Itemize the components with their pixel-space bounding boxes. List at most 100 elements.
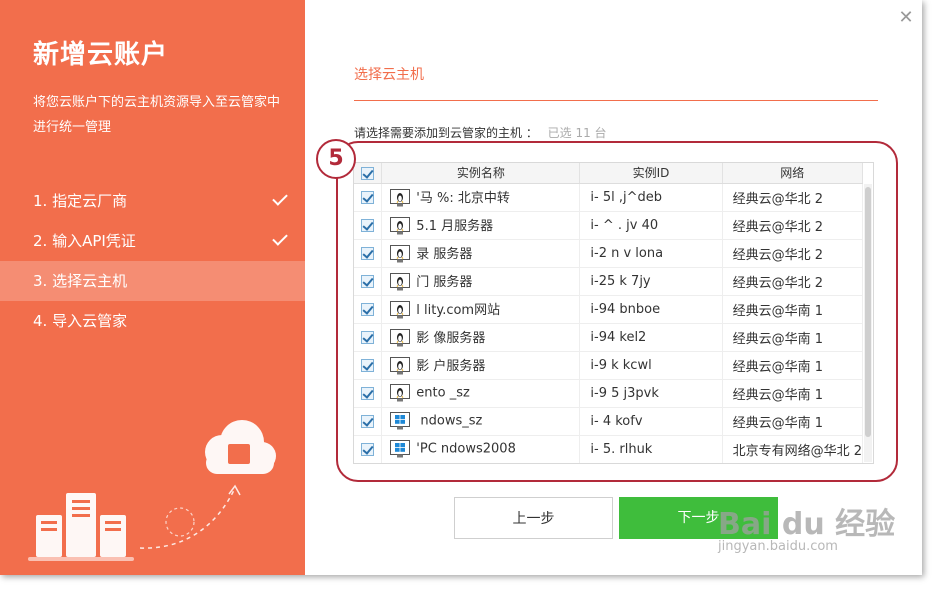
windows-server-icon [390, 412, 411, 430]
network: 经典云@华北 2 [722, 211, 864, 240]
instance-name: 录 服务器 [416, 246, 473, 262]
table-row[interactable]: l lity.com网站 i-94 bnboe 经典云@华南 1 [354, 295, 864, 324]
network: 经典云@华北 2 [722, 267, 864, 296]
wizard-steps: 1. 指定云厂商 2. 输入API凭证 3. 选择云主机 4. 导入云管家 [0, 181, 305, 341]
instance-id: i-9 5 j3pvk [579, 379, 723, 408]
instance-id: i- 4 kofv [579, 407, 723, 436]
prev-button[interactable]: 上一步 [454, 497, 613, 539]
servers-cloud-illustration [28, 420, 276, 561]
linux-server-icon [390, 273, 411, 291]
linux-server-icon [390, 189, 411, 207]
row-checkbox[interactable] [354, 211, 383, 240]
instance-name: 'PC ndows2008 [416, 441, 516, 457]
row-checkbox[interactable] [354, 407, 383, 436]
table-row[interactable]: ento _sz i-9 5 j3pvk 经典云@华南 1 [354, 379, 864, 408]
instance-name: '马 %: 北京中转 [416, 190, 510, 206]
network: 经典云@华南 1 [722, 323, 864, 352]
column-header-id[interactable]: 实例ID [579, 163, 723, 184]
linux-server-icon [390, 301, 411, 319]
network: 经典云@华南 1 [722, 295, 864, 324]
close-icon[interactable]: ✕ [897, 9, 915, 27]
row-checkbox[interactable] [354, 435, 383, 463]
instance-name: 影 户服务器 [416, 358, 486, 374]
watermark-url: jingyan.baidu.com [718, 539, 838, 554]
column-header-name[interactable]: 实例名称 [381, 163, 581, 184]
instance-name-cell: ndows_sz [381, 407, 581, 436]
instance-name-cell: 录 服务器 [381, 239, 581, 268]
instance-name-cell: 'PC ndows2008 [381, 435, 581, 463]
step-select-hosts[interactable]: 3. 选择云主机 [0, 261, 305, 301]
annotation-badge: 5 [316, 139, 356, 179]
step-api-credentials[interactable]: 2. 输入API凭证 [0, 221, 305, 261]
instance-name: 5.1 月服务器 [416, 218, 494, 234]
network: 经典云@华北 2 [722, 239, 864, 268]
table-row[interactable]: 门 服务器 i-25 k 7jy 经典云@华北 2 [354, 267, 864, 296]
linux-server-icon [390, 329, 411, 347]
instance-id: i-94 kel2 [579, 323, 723, 352]
linux-server-icon [390, 245, 411, 263]
table-row[interactable]: ndows_sz i- 4 kofv 经典云@华南 1 [354, 407, 864, 436]
instance-name-cell: l lity.com网站 [381, 295, 581, 324]
linux-server-icon [390, 217, 411, 235]
instance-id: i-94 bnboe [579, 295, 723, 324]
selected-count: 已选 11 台 [547, 126, 607, 140]
linux-server-icon [390, 357, 411, 375]
instance-name-cell: 影 户服务器 [381, 351, 581, 380]
step-label: 4. 导入云管家 [33, 312, 128, 330]
table-row[interactable]: 5.1 月服务器 i- ^ . jv 40 经典云@华北 2 [354, 211, 864, 240]
network: 北京专有网络@华北 2 [722, 435, 864, 463]
network: 经典云@华北 2 [722, 183, 864, 212]
instance-name: 门 服务器 [416, 274, 473, 290]
instance-name-cell: 影 像服务器 [381, 323, 581, 352]
column-header-network[interactable]: 网络 [722, 163, 864, 184]
step-specify-vendor[interactable]: 1. 指定云厂商 [0, 181, 305, 221]
wizard-sidebar: 新增云账户 将您云账户下的云主机资源导入至云管家中进行统一管理 1. 指定云厂商… [0, 0, 305, 575]
add-cloud-account-dialog: 新增云账户 将您云账户下的云主机资源导入至云管家中进行统一管理 1. 指定云厂商… [0, 0, 922, 575]
instance-name-cell: '马 %: 北京中转 [381, 183, 581, 212]
table-row[interactable]: 'PC ndows2008 i- 5. rlhuk 北京专有网络@华北 2 [354, 435, 864, 463]
table-row[interactable]: 影 像服务器 i-94 kel2 经典云@华南 1 [354, 323, 864, 352]
windows-server-icon [390, 440, 411, 458]
hint-text: 请选择需要添加到云管家的主机 ： [354, 126, 538, 140]
instance-id: i-9 k kcwl [579, 351, 723, 380]
network: 经典云@华南 1 [722, 351, 864, 380]
instance-name: 影 像服务器 [416, 330, 486, 346]
instance-id: i- 5l ,j^deb [579, 183, 723, 212]
network: 经典云@华南 1 [722, 379, 864, 408]
table-row[interactable]: '马 %: 北京中转 i- 5l ,j^deb 经典云@华北 2 [354, 183, 864, 212]
row-checkbox[interactable] [354, 239, 383, 268]
table-row[interactable]: 录 服务器 i-2 n v lona 经典云@华北 2 [354, 239, 864, 268]
row-checkbox[interactable] [354, 379, 383, 408]
linux-server-icon [390, 384, 411, 402]
host-table: 实例名称 实例ID 网络 '马 %: 北京中转 i- 5l ,j^deb 经典云@华… [353, 162, 874, 464]
step-label: 1. 指定云厂商 [33, 192, 128, 210]
network: 经典云@华南 1 [722, 407, 864, 436]
instance-name: l lity.com网站 [416, 302, 501, 318]
select-all-checkbox[interactable] [354, 163, 383, 184]
instance-name: ndows_sz [416, 413, 483, 429]
selection-hint: 请选择需要添加到云管家的主机 ： 已选 11 台 [354, 124, 607, 141]
instance-name-cell: 门 服务器 [381, 267, 581, 296]
row-checkbox[interactable] [354, 351, 383, 380]
row-checkbox[interactable] [354, 267, 383, 296]
step-label: 3. 选择云主机 [33, 272, 128, 290]
instance-id: i-25 k 7jy [579, 267, 723, 296]
section-divider [354, 100, 878, 101]
table-row[interactable]: 影 户服务器 i-9 k kcwl 经典云@华南 1 [354, 351, 864, 380]
step-import[interactable]: 4. 导入云管家 [0, 301, 305, 341]
dialog-description: 将您云账户下的云主机资源导入至云管家中进行统一管理 [33, 95, 281, 135]
instance-id: i- 5. rlhuk [579, 435, 723, 463]
scrollbar-thumb[interactable] [865, 187, 871, 437]
instance-id: i-2 n v lona [579, 239, 723, 268]
check-icon [272, 190, 288, 206]
instance-name-cell: 5.1 月服务器 [381, 211, 581, 240]
section-title: 选择云主机 [354, 67, 424, 83]
row-checkbox[interactable] [354, 323, 383, 352]
row-checkbox[interactable] [354, 295, 383, 324]
dialog-title: 新增云账户 [33, 40, 169, 70]
step-label: 2. 输入API凭证 [33, 232, 136, 250]
instance-name-cell: ento _sz [381, 379, 581, 408]
instance-id: i- ^ . jv 40 [579, 211, 723, 240]
instance-name: ento _sz [416, 385, 470, 401]
row-checkbox[interactable] [354, 183, 383, 212]
